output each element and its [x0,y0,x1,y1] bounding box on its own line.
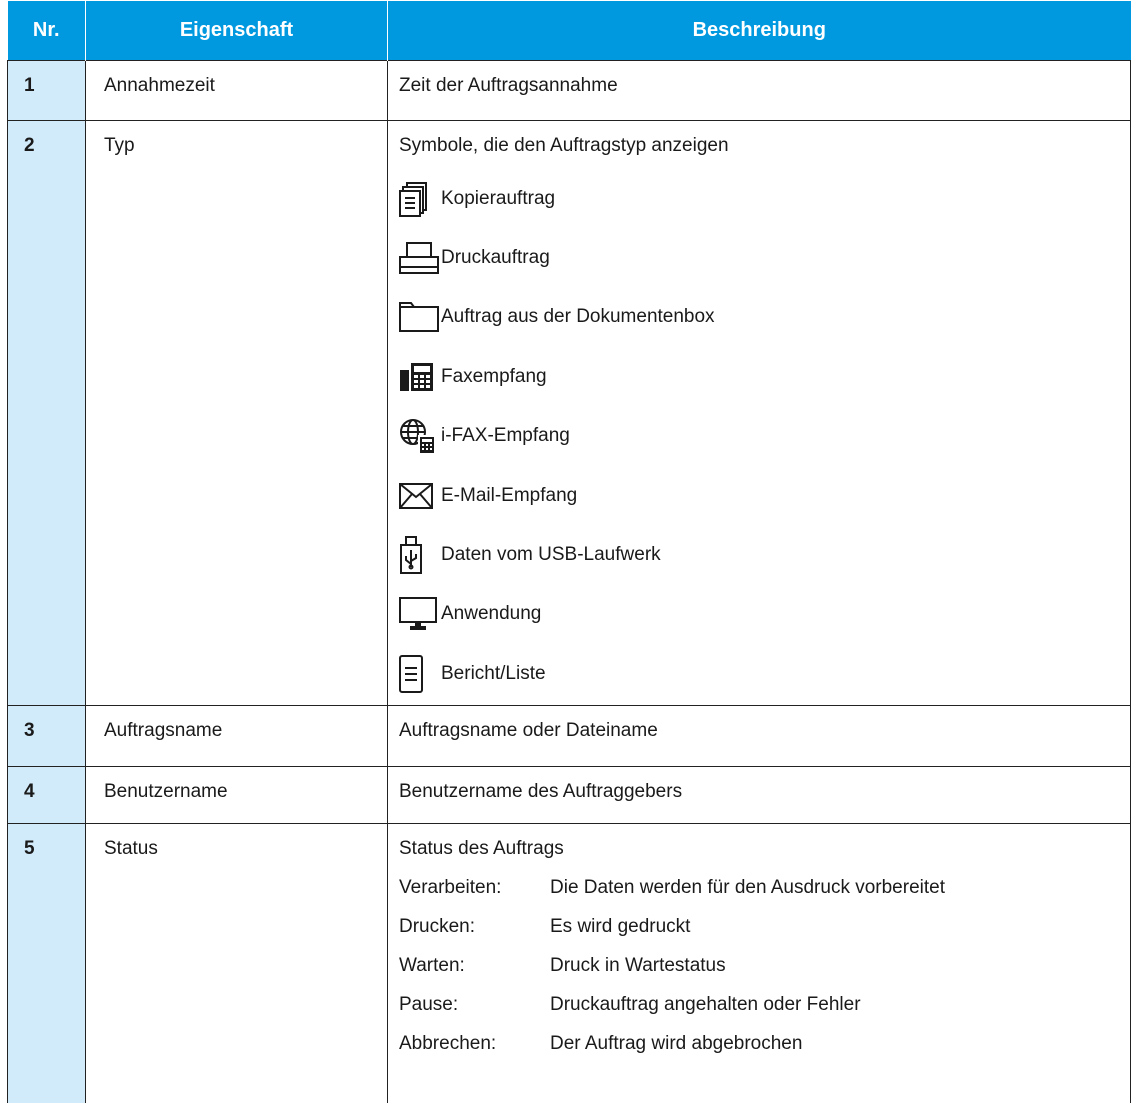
property-name: Status [104,824,387,860]
property-description: Benutzername des Auftraggebers [399,767,1130,803]
job-type-item: Faxempfang [399,347,1130,406]
property-description: Symbole, die den Auftragstyp anzeigen [399,121,1130,157]
job-type-item: i-FAX-Empfang [399,407,1130,466]
job-type-item: Bericht/Liste [399,644,1130,703]
status-entry: Abbrechen: Der Auftrag wird abgebrochen [399,1024,1130,1063]
status-entry: Verarbeiten: Die Daten werden für den Au… [399,868,1130,907]
property-name: Auftragsname [104,706,387,742]
property-description: Auftragsname oder Dateiname [399,706,1130,742]
property-description: Status des Auftrags [399,824,1130,860]
usb-drive-icon [399,535,441,575]
job-type-label: Bericht/Liste [441,663,546,685]
status-key: Abbrechen: [399,1033,550,1055]
job-type-item: Anwendung [399,585,1130,644]
job-type-label: Faxempfang [441,366,547,388]
header-beschreibung: Beschreibung [388,1,1131,61]
report-list-icon [399,654,441,694]
status-value: Es wird gedruckt [550,916,690,938]
row-number: 5 [24,824,85,860]
status-key: Drucken: [399,916,550,938]
status-value: Druckauftrag angehalten oder Fehler [550,994,861,1016]
fax-icon [399,357,441,397]
status-value: Die Daten werden für den Ausdruck vorber… [550,877,945,899]
status-value: Der Auftrag wird abgebrochen [550,1033,802,1055]
copy-job-icon [399,179,441,219]
job-type-label: Daten vom USB-Laufwerk [441,544,661,566]
row-number: 2 [24,121,85,157]
job-type-item: Auftrag aus der Dokumentenbox [399,288,1130,347]
folder-icon [399,297,441,337]
status-key: Warten: [399,955,550,977]
job-type-item: Daten vom USB-Laufwerk [399,525,1130,584]
row-number: 4 [24,767,85,803]
job-type-label: Auftrag aus der Dokumentenbox [441,306,715,328]
monitor-icon [399,594,441,634]
job-type-label: Kopierauftrag [441,188,555,210]
job-type-label: E-Mail-Empfang [441,485,577,507]
header-nr: Nr. [8,1,86,61]
status-key: Pause: [399,994,550,1016]
job-properties-table: Nr. Eigenschaft Beschreibung 1 Annahmeze… [7,1,1131,1103]
status-entry: Pause: Druckauftrag angehalten oder Fehl… [399,985,1130,1024]
email-icon [399,476,441,516]
printer-icon [399,238,441,278]
job-type-label: Druckauftrag [441,247,550,269]
status-key: Verarbeiten: [399,877,550,899]
row-number: 1 [24,61,85,97]
job-type-item: Druckauftrag [399,228,1130,287]
table-row: 5 Status Status des Auftrags Verarbeiten… [8,824,1131,1103]
table-row: 2 Typ Symbole, die den Auftragstyp anzei… [8,121,1131,706]
table-row: 1 Annahmezeit Zeit der Auftragsannahme [8,61,1131,121]
row-number: 3 [24,706,85,742]
property-description: Zeit der Auftragsannahme [399,61,1130,97]
status-value: Druck in Wartestatus [550,955,726,977]
property-name: Benutzername [104,767,387,803]
job-type-item: E-Mail-Empfang [399,466,1130,525]
property-name: Typ [104,121,387,157]
job-type-icon-list: Kopierauftrag Druckauftrag [399,169,1130,704]
status-entry: Warten: Druck in Wartestatus [399,946,1130,985]
status-entry: Drucken: Es wird gedruckt [399,907,1130,946]
table-header-row: Nr. Eigenschaft Beschreibung [8,1,1131,61]
header-eigenschaft: Eigenschaft [86,1,388,61]
ifax-icon [399,416,441,456]
job-type-item: Kopierauftrag [399,169,1130,228]
status-list: Verarbeiten: Die Daten werden für den Au… [399,868,1130,1063]
property-name: Annahmezeit [104,61,387,97]
table-row: 4 Benutzername Benutzername des Auftragg… [8,767,1131,824]
job-type-label: i-FAX-Empfang [441,425,570,447]
table-row: 3 Auftragsname Auftragsname oder Dateina… [8,706,1131,767]
job-type-label: Anwendung [441,603,541,625]
